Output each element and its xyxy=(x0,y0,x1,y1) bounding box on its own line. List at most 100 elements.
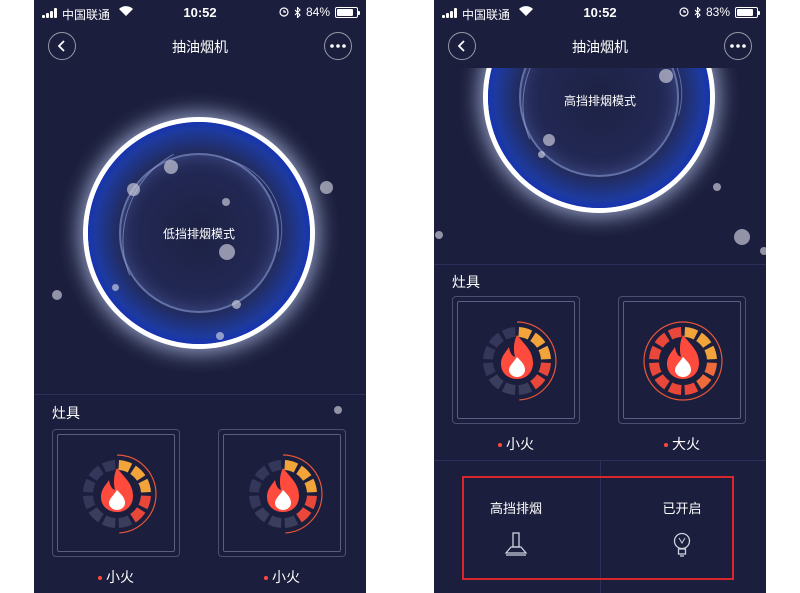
stove-section-label: 灶具 xyxy=(52,406,80,422)
flame-dial-segment xyxy=(138,478,151,493)
flame-dial-segment xyxy=(696,332,712,348)
flame-dial-segment xyxy=(649,345,662,360)
flame-dial-segment xyxy=(284,515,299,528)
stove-section-label: 灶具 xyxy=(452,275,480,291)
status-bar: 中国联通 10:52 83% xyxy=(434,0,766,26)
flame-dial-segment xyxy=(254,465,270,481)
bubble xyxy=(127,183,140,196)
flame-dial-segment xyxy=(538,345,551,360)
battery-icon xyxy=(335,6,360,18)
battery-fill xyxy=(337,8,353,16)
flame-dial-segment xyxy=(483,362,496,377)
bubble xyxy=(760,247,766,255)
more-button[interactable] xyxy=(324,32,352,60)
flame-dial-segment xyxy=(284,460,299,473)
flame-dial-segment xyxy=(696,374,712,390)
bubble xyxy=(713,183,721,191)
burner-label-left: 小火 xyxy=(52,567,180,587)
flame-dial-segment xyxy=(667,327,682,340)
flame-dial-segment xyxy=(296,507,312,523)
flame-dial-segment xyxy=(83,478,96,493)
battery-fill xyxy=(737,8,753,16)
flame-dial-icon xyxy=(643,321,723,401)
flame-dial-segment xyxy=(296,465,312,481)
burner-card-right[interactable] xyxy=(218,429,346,557)
flame-dial-segment xyxy=(130,465,146,481)
flame-dial-segment xyxy=(101,460,116,473)
nav-bar: 抽油烟机 xyxy=(34,30,366,62)
bluetooth-icon xyxy=(294,6,301,18)
bubble xyxy=(734,229,750,245)
bubble xyxy=(164,160,178,174)
bubble xyxy=(52,290,62,300)
flame-dial-segment xyxy=(538,362,551,377)
burner-card-left[interactable] xyxy=(52,429,180,557)
flame-dial-icon xyxy=(77,454,157,534)
flame-dial-segment xyxy=(83,495,96,510)
battery-icon xyxy=(735,6,760,18)
flame-dial-segment xyxy=(118,515,133,528)
flame-dial-segment xyxy=(304,495,317,510)
alarm-icon xyxy=(679,7,689,17)
flame-dial-segment xyxy=(530,374,546,390)
flame-dial-segment xyxy=(488,332,504,348)
flame-dial-segment xyxy=(654,332,670,348)
fan-speed-label: 高挡排烟 xyxy=(489,502,542,517)
bubble xyxy=(659,69,673,83)
section-divider xyxy=(34,394,366,395)
section-divider xyxy=(434,264,766,265)
flame-dial-segment xyxy=(267,515,282,528)
burner-card-left[interactable] xyxy=(452,296,580,424)
flame-dial-segment xyxy=(249,478,262,493)
bubble xyxy=(216,332,224,340)
flame-dial-segment xyxy=(501,382,516,395)
bubble xyxy=(435,231,443,239)
flame-dial-segment xyxy=(654,374,670,390)
page-title: 抽油烟机 xyxy=(172,40,228,56)
flame-dial-segment xyxy=(518,382,533,395)
flame-dial-segment xyxy=(88,507,104,523)
flame-dial-segment xyxy=(101,515,116,528)
status-bar: 中国联通 10:52 84% xyxy=(34,0,366,26)
flame-dial-segment xyxy=(530,332,546,348)
flame-dial-segment xyxy=(130,507,146,523)
fan-speed-control[interactable]: 高挡排烟 xyxy=(456,498,576,561)
flame-dial-segment xyxy=(501,327,516,340)
more-dots-icon xyxy=(730,44,746,48)
burner-card-right[interactable] xyxy=(618,296,746,424)
burner-label-right: 小火 xyxy=(218,567,346,587)
more-dots-icon xyxy=(330,44,346,48)
battery-percent: 83% xyxy=(705,5,730,19)
burner-label-left: 小火 xyxy=(452,434,580,454)
light-bulb-icon xyxy=(673,532,691,557)
bubble xyxy=(112,284,119,291)
flame-dial-segment xyxy=(118,460,133,473)
flame-dial-segment xyxy=(684,327,699,340)
phone-screen-low-mode: 中国联通 10:52 84% 抽油烟机 低挡排烟模式 灶具 小火 小火 xyxy=(34,0,366,593)
flame-dial-segment xyxy=(704,362,717,377)
light-control[interactable]: 已开启 xyxy=(622,498,742,563)
fan-ring[interactable] xyxy=(487,68,711,209)
bubble xyxy=(232,300,241,309)
bubble xyxy=(334,406,342,414)
page-title: 抽油烟机 xyxy=(572,40,628,56)
flame-dial-segment xyxy=(88,465,104,481)
flame-dial-segment xyxy=(483,345,496,360)
fan-ring-viewport: 高挡排烟模式 xyxy=(434,68,766,264)
bluetooth-icon xyxy=(694,6,701,18)
flame-dial-segment xyxy=(704,345,717,360)
range-hood-icon xyxy=(504,532,528,556)
flame-dial-segment xyxy=(684,382,699,395)
battery-percent: 84% xyxy=(305,5,330,19)
bubble xyxy=(543,134,555,146)
flame-dial-segment xyxy=(488,374,504,390)
light-status-label: 已开启 xyxy=(662,502,702,517)
flame-dial-segment xyxy=(254,507,270,523)
bubble xyxy=(320,181,333,194)
fan-mode-label: 高挡排烟模式 xyxy=(563,94,636,108)
bubble xyxy=(222,198,230,206)
fan-ring[interactable]: 低挡排烟模式 xyxy=(87,122,311,345)
phone-screen-high-mode: 中国联通 10:52 83% 抽油烟机 高挡排烟模式 灶具 小火 大火 高挡排烟… xyxy=(434,0,766,593)
more-button[interactable] xyxy=(724,32,752,60)
fan-blade-arc xyxy=(487,68,711,209)
